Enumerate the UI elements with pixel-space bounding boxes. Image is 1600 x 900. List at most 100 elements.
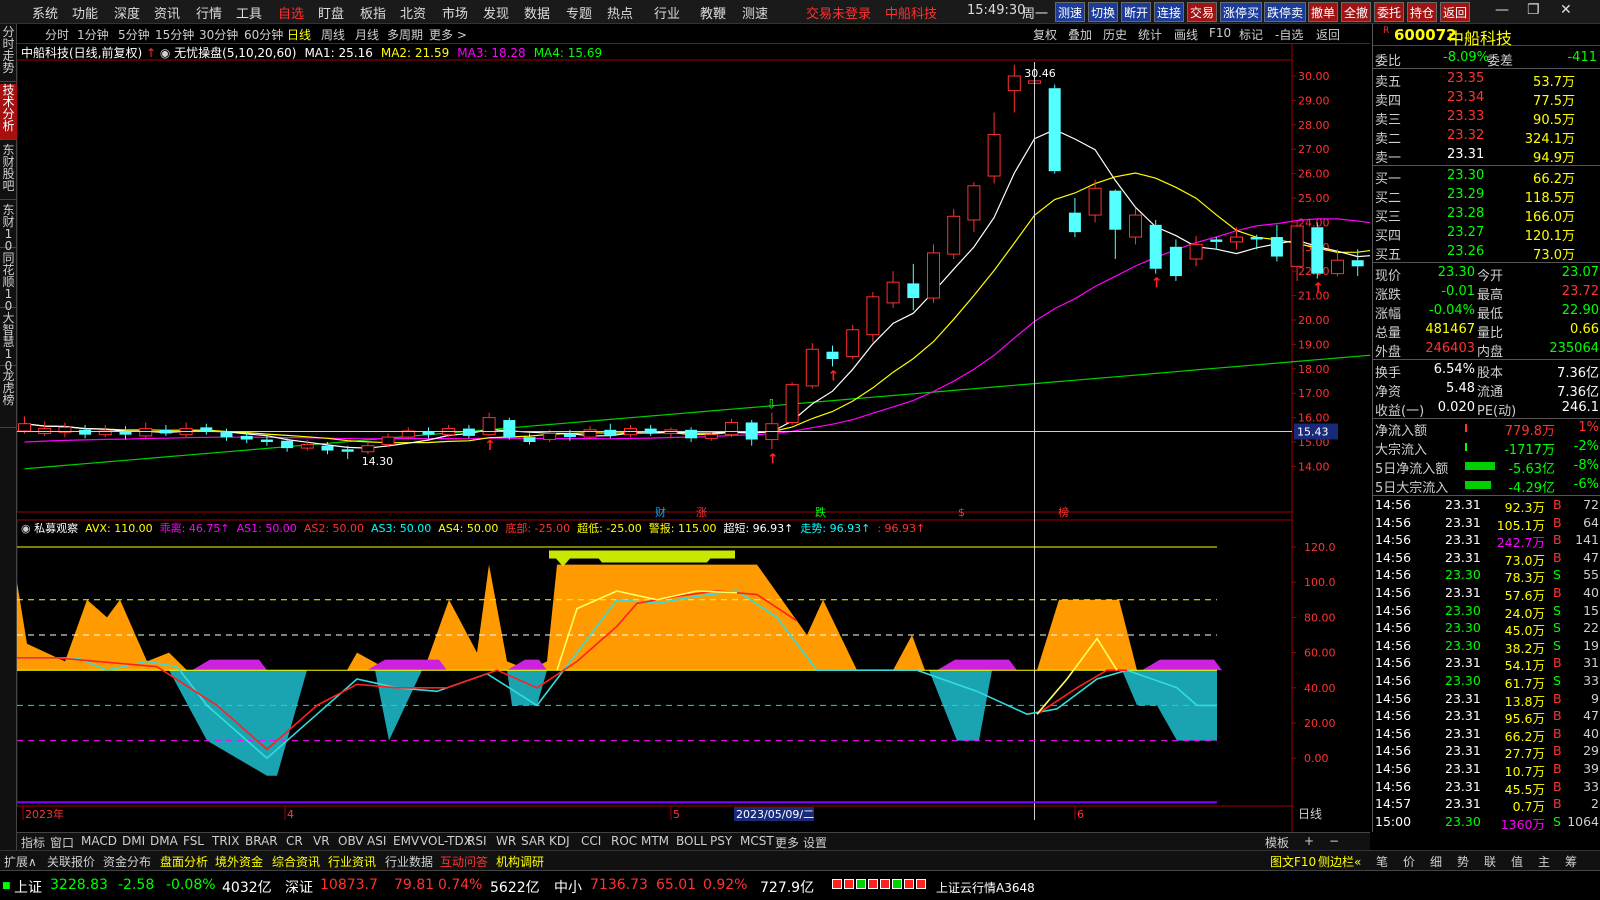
restore-icon[interactable]: ❐ — [1527, 2, 1540, 18]
toolbar-button-10[interactable]: 持仓 — [1407, 2, 1438, 22]
left-tab-4[interactable]: 同花顺10 — [0, 252, 17, 312]
menu-item-16[interactable]: 教鞭 — [700, 3, 726, 22]
candle[interactable] — [805, 343, 819, 389]
indicator-tab-17[interactable]: KDJ — [549, 834, 570, 848]
ask-row-0[interactable]: 卖五 23.35 53.7万 — [1373, 70, 1600, 90]
menu-item-17[interactable]: 测速 — [742, 3, 768, 22]
candle[interactable] — [1068, 198, 1081, 238]
menu-item-11[interactable]: 发现 — [483, 3, 509, 22]
zx-value[interactable]: 7136.73 — [590, 877, 648, 893]
sz-change[interactable]: 79.81 — [394, 877, 434, 893]
toolbar-button-5[interactable]: 涨停买 — [1220, 2, 1263, 22]
indicator-tab-right-0[interactable]: 模板 — [1265, 834, 1289, 851]
indicator-tab-4[interactable]: DMA — [150, 834, 178, 848]
chart-tool-6[interactable]: 标记 — [1239, 26, 1263, 43]
zx-change[interactable]: 65.01 — [656, 877, 696, 893]
period-tab-2[interactable]: 5分钟 — [118, 26, 150, 43]
toolbar-button-11[interactable]: 返回 — [1440, 2, 1471, 22]
zx-amount[interactable]: 727.9亿 — [760, 877, 814, 897]
minimize-icon[interactable]: — — [1495, 2, 1509, 18]
zx-name[interactable]: 中小 — [554, 877, 582, 897]
candle[interactable] — [159, 424, 172, 436]
menu-item-3[interactable]: 资讯 — [154, 3, 180, 22]
sh-value[interactable]: 3228.83 — [50, 877, 108, 893]
indicator-tab-10[interactable]: OBV — [338, 834, 364, 848]
candle[interactable] — [1210, 237, 1223, 250]
indicator-tab-1[interactable]: 窗口 — [50, 834, 74, 851]
candle[interactable] — [1048, 84, 1061, 174]
menu-item-4[interactable]: 行情 — [196, 3, 222, 22]
indicator-tab-23[interactable]: MCST — [740, 834, 774, 848]
candle[interactable] — [200, 423, 213, 435]
ext-tab-0[interactable]: 扩展∧ — [4, 853, 37, 870]
left-tab-2[interactable]: 东财股吧 — [0, 144, 17, 200]
menu-item-13[interactable]: 专题 — [566, 3, 592, 22]
indicator-tab-right-1[interactable]: + — [1304, 834, 1314, 848]
candle[interactable] — [745, 420, 758, 446]
candle[interactable] — [220, 428, 233, 441]
bid-row-0[interactable]: 买一 23.30 66.2万 — [1373, 167, 1600, 187]
candle[interactable] — [644, 424, 657, 436]
indicator-tab-13[interactable]: VOL-TDX — [420, 834, 472, 848]
candle[interactable] — [927, 244, 940, 303]
candle[interactable] — [38, 421, 52, 436]
ext-right-tab-1[interactable]: 侧边栏« — [1318, 853, 1361, 870]
period-tab-10[interactable]: 更多 > — [429, 26, 467, 43]
candle[interactable] — [826, 345, 839, 367]
indicator-tab-19[interactable]: ROC — [611, 834, 637, 848]
left-tab-3[interactable]: 东财10 — [0, 204, 17, 252]
chart-tool-8[interactable]: 返回 — [1316, 26, 1340, 43]
indicator-tab-8[interactable]: CR — [286, 834, 303, 848]
sh-name[interactable]: 上证 — [14, 877, 42, 897]
menu-item-2[interactable]: 深度 — [114, 3, 140, 22]
chart-tool-7[interactable]: -自选 — [1275, 26, 1303, 43]
menu-item-12[interactable]: 数据 — [524, 3, 550, 22]
ext-right-tab-0[interactable]: 图文F10 — [1270, 853, 1316, 870]
indicator-tab-0[interactable]: 指标 — [21, 834, 45, 851]
candle[interactable] — [785, 382, 799, 425]
chart-tool-4[interactable]: 画线 — [1174, 26, 1198, 43]
ext-tab-3[interactable]: 盘面分析 — [160, 853, 208, 870]
candle[interactable] — [1331, 249, 1344, 277]
candle[interactable] — [1270, 224, 1283, 262]
period-tab-9[interactable]: 多周期 — [387, 26, 423, 43]
candle[interactable] — [1311, 222, 1324, 279]
indicator-tab-25[interactable]: 设置 — [803, 834, 827, 851]
indicator-tab-22[interactable]: PSY — [710, 834, 732, 848]
toolbar-button-4[interactable]: 交易 — [1187, 2, 1218, 22]
ask-row-4[interactable]: 卖一 23.31 94.9万 — [1373, 146, 1600, 166]
ext-tab-2[interactable]: 资金分布 — [103, 853, 151, 870]
candle[interactable] — [401, 427, 415, 440]
ext-right-tab-9[interactable]: 筹 — [1565, 853, 1577, 870]
indicator-tab-15[interactable]: WR — [496, 834, 516, 848]
period-tab-7[interactable]: 周线 — [321, 26, 345, 43]
period-tab-4[interactable]: 30分钟 — [199, 26, 238, 43]
candle[interactable] — [503, 417, 516, 440]
menu-item-1[interactable]: 功能 — [72, 3, 98, 22]
ext-right-tab-6[interactable]: 联 — [1484, 853, 1496, 870]
left-tab-5[interactable]: 大智慧10 — [0, 312, 17, 372]
period-tab-6[interactable]: 日线 — [287, 26, 311, 43]
indicator-tab-18[interactable]: CCI — [581, 834, 601, 848]
chart-tool-3[interactable]: 统计 — [1138, 26, 1162, 43]
candle[interactable] — [381, 433, 395, 447]
ask-row-2[interactable]: 卖三 23.33 90.5万 — [1373, 108, 1600, 128]
left-tab-6[interactable]: 龙虎榜 — [0, 370, 17, 428]
candle[interactable] — [1109, 189, 1122, 259]
toolbar-button-2[interactable]: 断开 — [1121, 2, 1152, 22]
left-tab-1[interactable]: 技术分析 — [0, 84, 17, 140]
ext-right-tab-3[interactable]: 价 — [1403, 853, 1415, 870]
ext-tab-1[interactable]: 关联报价 — [47, 853, 95, 870]
bid-row-4[interactable]: 买五 23.26 73.0万 — [1373, 243, 1600, 263]
server-status[interactable]: 上证云行情A3648 — [936, 879, 1035, 896]
candle[interactable] — [523, 433, 536, 445]
candle[interactable] — [1169, 239, 1182, 281]
ext-tab-4[interactable]: 境外资金 — [215, 853, 263, 870]
login-notice[interactable]: 交易未登录 — [806, 3, 871, 22]
indicator-tab-6[interactable]: TRIX — [212, 834, 239, 848]
sz-value[interactable]: 10873.7 — [320, 877, 378, 893]
candle[interactable] — [1149, 219, 1162, 274]
indicator-tab-14[interactable]: RSI — [467, 834, 487, 848]
ask-row-1[interactable]: 卖四 23.34 77.5万 — [1373, 89, 1600, 109]
ext-tab-6[interactable]: 行业资讯 — [328, 853, 376, 870]
